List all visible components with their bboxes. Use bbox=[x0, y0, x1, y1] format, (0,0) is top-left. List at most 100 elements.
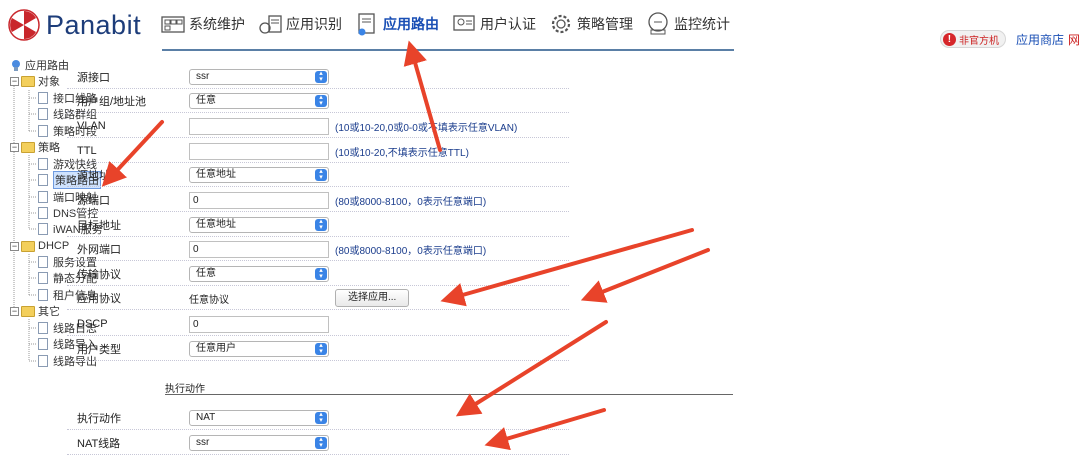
truncated-link[interactable]: 网 bbox=[1068, 31, 1080, 48]
policy-gear-icon bbox=[551, 14, 571, 34]
select-arrow-icon: ▴ ▾ bbox=[315, 94, 327, 107]
tree-group-objects[interactable]: − 对象 bbox=[10, 73, 60, 89]
badge-label: 非官方机 bbox=[958, 35, 999, 47]
tree-group-policy[interactable]: − 策略 bbox=[10, 139, 60, 155]
nav-app-routing[interactable]: 应用路由 bbox=[354, 8, 441, 40]
nat-line-select[interactable]: ssr ▴ ▾ bbox=[189, 435, 329, 451]
brand-name: Panabit bbox=[46, 9, 142, 40]
dst-addr-select[interactable]: 任意地址 ▴ ▾ bbox=[189, 217, 329, 233]
section-divider bbox=[165, 394, 733, 395]
row-user-type: 用户类型 任意用户 ▴ ▾ bbox=[67, 338, 569, 361]
app-store-link[interactable]: 应用商店 bbox=[1016, 31, 1064, 48]
main-nav: 系统维护 应用识别 应用路由 用户认证 策略管理 监控统计 bbox=[160, 8, 742, 40]
select-arrow-icon: ▴ ▾ bbox=[315, 342, 327, 355]
select-arrow-icon: ▴ ▾ bbox=[315, 436, 327, 449]
nav-label: 监控统计 bbox=[674, 16, 730, 32]
collapse-toggle-icon[interactable]: − bbox=[10, 306, 19, 316]
tree-group-label: 其它 bbox=[38, 306, 60, 318]
app-identify-icon bbox=[259, 15, 282, 34]
nav-app-identify[interactable]: 应用识别 bbox=[257, 8, 344, 40]
tree-group-other[interactable]: − 其它 bbox=[10, 303, 60, 319]
nav-monitor-stats[interactable]: 监控统计 bbox=[645, 8, 732, 40]
tree-group-label: DHCP bbox=[38, 240, 70, 252]
row-src-port: 源端口 0 (80或8000-8100，0表示任意端口) bbox=[67, 189, 569, 212]
field-label: 用户类型 bbox=[77, 344, 121, 356]
src-port-input[interactable]: 0 bbox=[189, 191, 329, 209]
select-arrow-icon: ▴ ▾ bbox=[315, 168, 327, 181]
user-type-select[interactable]: 任意用户 ▴ ▾ bbox=[189, 341, 329, 357]
field-label: 执行动作 bbox=[77, 413, 121, 425]
collapse-toggle-icon[interactable]: − bbox=[10, 241, 19, 251]
page-icon bbox=[38, 207, 48, 219]
action-select[interactable]: NAT ▴ ▾ bbox=[189, 410, 329, 426]
nav-system-maintenance[interactable]: 系统维护 bbox=[160, 8, 247, 40]
wan-port-input[interactable]: 0 bbox=[189, 240, 329, 258]
nav-underline bbox=[162, 49, 734, 51]
nav-user-auth[interactable]: 用户认证 bbox=[451, 8, 538, 40]
select-value: 任意地址 bbox=[196, 169, 236, 180]
page-icon bbox=[38, 125, 48, 137]
unofficial-badge[interactable]: ! 非官方机 bbox=[939, 30, 1006, 48]
field-label: 源端口 bbox=[77, 195, 110, 207]
page-icon bbox=[38, 322, 48, 334]
select-value: 任意 bbox=[196, 268, 216, 279]
top-right-links: ! 非官方机 应用商店 网 bbox=[939, 30, 1080, 48]
nav-policy-manage[interactable]: 策略管理 bbox=[548, 8, 635, 40]
page-icon bbox=[38, 223, 48, 235]
page-icon bbox=[38, 108, 48, 120]
dscp-input[interactable]: 0 bbox=[189, 315, 329, 333]
select-value: 任意用户 bbox=[196, 343, 236, 354]
section-title-action: 执行动作 bbox=[165, 384, 205, 395]
collapse-toggle-icon[interactable]: − bbox=[10, 142, 19, 152]
row-src-addr: 源地址 任意地址 ▴ ▾ bbox=[67, 164, 569, 187]
row-action: 执行动作 NAT ▴ ▾ bbox=[67, 407, 569, 430]
nav-label: 策略管理 bbox=[577, 16, 633, 32]
protocol-select[interactable]: 任意 ▴ ▾ bbox=[189, 266, 329, 282]
row-dscp: DSCP 0 bbox=[67, 313, 569, 336]
folder-icon bbox=[21, 141, 35, 153]
page-icon bbox=[38, 92, 48, 104]
row-protocol: 传输协议 任意 ▴ ▾ bbox=[67, 263, 569, 286]
field-label: DSCP bbox=[77, 318, 108, 330]
vlan-input[interactable] bbox=[189, 117, 329, 135]
field-label: 源接口 bbox=[77, 72, 110, 84]
select-arrow-icon: ▴ ▾ bbox=[315, 411, 327, 424]
field-label: VLAN bbox=[77, 120, 106, 132]
route-root-icon bbox=[12, 59, 20, 71]
collapse-toggle-icon[interactable]: − bbox=[10, 76, 19, 86]
panabit-logo-icon bbox=[8, 9, 40, 41]
app-routing-icon bbox=[358, 13, 375, 36]
tree-root-label: 应用路由 bbox=[25, 60, 69, 72]
annotation-arrow bbox=[580, 248, 710, 303]
select-app-button[interactable]: 选择应用... bbox=[335, 289, 410, 307]
ttl-hint: (10或10-20,不填表示任意TTL) bbox=[335, 147, 469, 159]
field-label: 外网端口 bbox=[77, 244, 121, 256]
select-value: NAT bbox=[196, 412, 216, 423]
nav-label: 系统维护 bbox=[189, 16, 245, 32]
src-interface-select[interactable]: ssr ▴ ▾ bbox=[189, 69, 329, 85]
folder-icon bbox=[21, 75, 35, 87]
tree-root[interactable]: 应用路由 bbox=[10, 57, 69, 73]
row-app-protocol: 应用协议 任意协议 选择应用... bbox=[67, 287, 569, 310]
vlan-hint: (10或10-20,0或0-0或不填表示任意VLAN) bbox=[335, 122, 518, 134]
user-group-select[interactable]: 任意 ▴ ▾ bbox=[189, 93, 329, 109]
row-dst-addr: 目标地址 任意地址 ▴ ▾ bbox=[67, 214, 569, 237]
row-ttl: TTL (10或10-20,不填表示任意TTL) bbox=[67, 140, 569, 163]
row-user-group: 用户组/地址池 任意 ▴ ▾ bbox=[67, 90, 569, 113]
tree-group-label: 策略 bbox=[38, 142, 60, 154]
folder-icon bbox=[21, 305, 35, 317]
monitor-icon bbox=[648, 12, 668, 35]
row-wan-port: 外网端口 0 (80或8000-8100，0表示任意端口) bbox=[67, 238, 569, 261]
page-icon bbox=[38, 289, 48, 301]
page-icon bbox=[38, 338, 48, 350]
src-port-hint: (80或8000-8100，0表示任意端口) bbox=[335, 196, 487, 208]
tree-group-dhcp[interactable]: − DHCP bbox=[10, 238, 69, 254]
field-label: 目标地址 bbox=[77, 220, 121, 232]
src-addr-select[interactable]: 任意地址 ▴ ▾ bbox=[189, 167, 329, 183]
page-icon bbox=[38, 272, 48, 284]
select-arrow-icon: ▴ ▾ bbox=[315, 70, 327, 83]
field-label: 源地址 bbox=[77, 170, 110, 182]
select-value: 任意地址 bbox=[196, 219, 236, 230]
page-icon bbox=[38, 191, 48, 203]
ttl-input[interactable] bbox=[189, 142, 329, 160]
